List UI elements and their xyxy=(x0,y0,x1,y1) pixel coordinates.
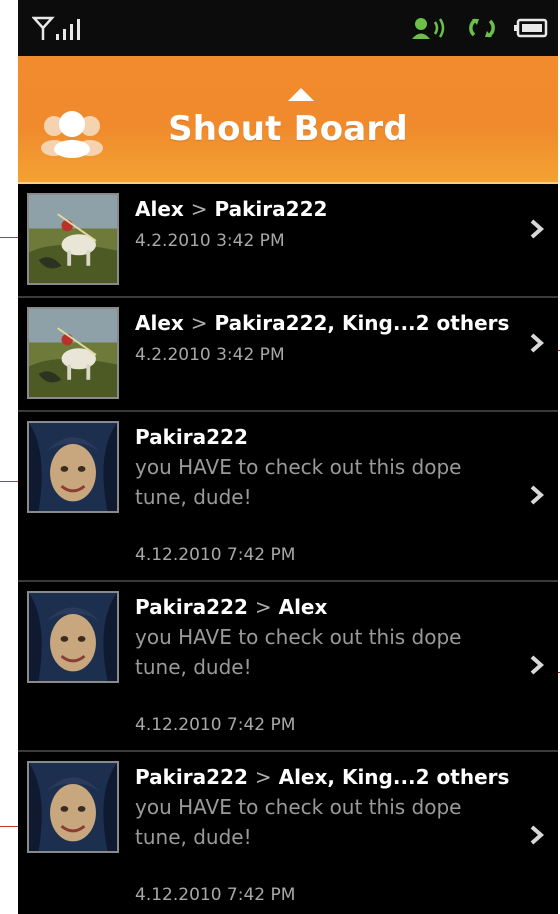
shout-text: Pakira222 > Alex you HAVE to check out t… xyxy=(135,594,518,735)
recipient-names: Alex xyxy=(278,595,328,619)
shout-text: Pakira222 you HAVE to check out this dop… xyxy=(135,424,518,565)
knight-painting-image xyxy=(29,309,117,397)
shout-text: Pakira222 > Alex, King...2 others you HA… xyxy=(135,764,518,905)
shout-timestamp: 4.2.2010 3:42 PM xyxy=(135,345,285,365)
collapse-caret-icon[interactable] xyxy=(288,88,314,101)
shout-text: Alex > Pakira222 4.2.2010 3:42 PM xyxy=(135,196,518,252)
shout-timestamp: 4.12.2010 7:42 PM xyxy=(135,715,296,735)
recipient-names: Alex, King...2 others xyxy=(278,765,510,789)
shout-message: you HAVE to check out this dope tune, du… xyxy=(135,455,462,509)
avatar xyxy=(27,421,119,513)
status-bar xyxy=(18,0,558,56)
callout-line xyxy=(0,481,18,482)
face-portrait-image xyxy=(29,763,117,851)
list-item[interactable]: Pakira222 > Alex, King...2 others you HA… xyxy=(18,752,558,914)
shout-list: Alex > Pakira222 4.2.2010 3:42 PM Alex >… xyxy=(18,184,558,914)
chevron-right-icon[interactable] xyxy=(526,218,548,240)
shout-participants: Pakira222 > Alex xyxy=(135,594,518,620)
avatar xyxy=(27,591,119,683)
chevron-right-icon[interactable] xyxy=(526,332,548,354)
list-item[interactable]: Alex > Pakira222, King...2 others 4.2.20… xyxy=(18,298,558,412)
sender-name: Alex xyxy=(135,197,184,221)
chevron-right-icon[interactable] xyxy=(526,484,548,506)
list-item[interactable]: Alex > Pakira222 4.2.2010 3:42 PM xyxy=(18,184,558,298)
sender-name: Alex xyxy=(135,311,184,335)
callout-line xyxy=(0,237,18,238)
shout-timestamp: 4.12.2010 7:42 PM xyxy=(135,885,296,905)
recipient-separator: > xyxy=(190,311,208,335)
avatar xyxy=(27,307,119,399)
shout-timestamp: 4.12.2010 7:42 PM xyxy=(135,545,296,565)
speaker-icon xyxy=(412,18,445,39)
recipient-names: Pakira222 xyxy=(214,197,328,221)
sender-name: Pakira222 xyxy=(135,425,248,449)
sender-name: Pakira222 xyxy=(135,765,248,789)
shout-participants: Alex > Pakira222 xyxy=(135,196,518,222)
shout-participants: Pakira222 xyxy=(135,424,518,450)
list-item[interactable]: Pakira222 > Alex you HAVE to check out t… xyxy=(18,582,558,752)
shout-text: Alex > Pakira222, King...2 others 4.2.20… xyxy=(135,310,518,366)
face-portrait-image xyxy=(29,593,117,681)
callout-line xyxy=(0,826,18,827)
phone-screen: Shout Board Alex > Pakira222 4.2.2010 3:… xyxy=(18,0,558,914)
list-item[interactable]: Pakira222 you HAVE to check out this dop… xyxy=(18,412,558,582)
chevron-right-icon[interactable] xyxy=(526,824,548,846)
shout-participants: Alex > Pakira222, King...2 others xyxy=(135,310,518,336)
shout-message: you HAVE to check out this dope tune, du… xyxy=(135,795,462,849)
recipient-separator: > xyxy=(190,197,208,221)
shout-participants: Pakira222 > Alex, King...2 others xyxy=(135,764,518,790)
chevron-right-icon[interactable] xyxy=(526,654,548,676)
battery-icon xyxy=(514,18,548,38)
avatar xyxy=(27,193,119,285)
signal-icon xyxy=(32,16,80,40)
sync-icon xyxy=(469,18,495,38)
avatar xyxy=(27,761,119,853)
sender-name: Pakira222 xyxy=(135,595,248,619)
recipient-separator: > xyxy=(254,595,272,619)
status-icons xyxy=(410,14,548,42)
recipient-names: Pakira222, King...2 others xyxy=(214,311,510,335)
face-portrait-image xyxy=(29,423,117,511)
knight-painting-image xyxy=(29,195,117,283)
recipient-separator: > xyxy=(254,765,272,789)
page-title: Shout Board xyxy=(168,109,408,149)
app-header: Shout Board xyxy=(18,56,558,182)
shout-message: you HAVE to check out this dope tune, du… xyxy=(135,625,462,679)
shout-timestamp: 4.2.2010 3:42 PM xyxy=(135,231,285,251)
